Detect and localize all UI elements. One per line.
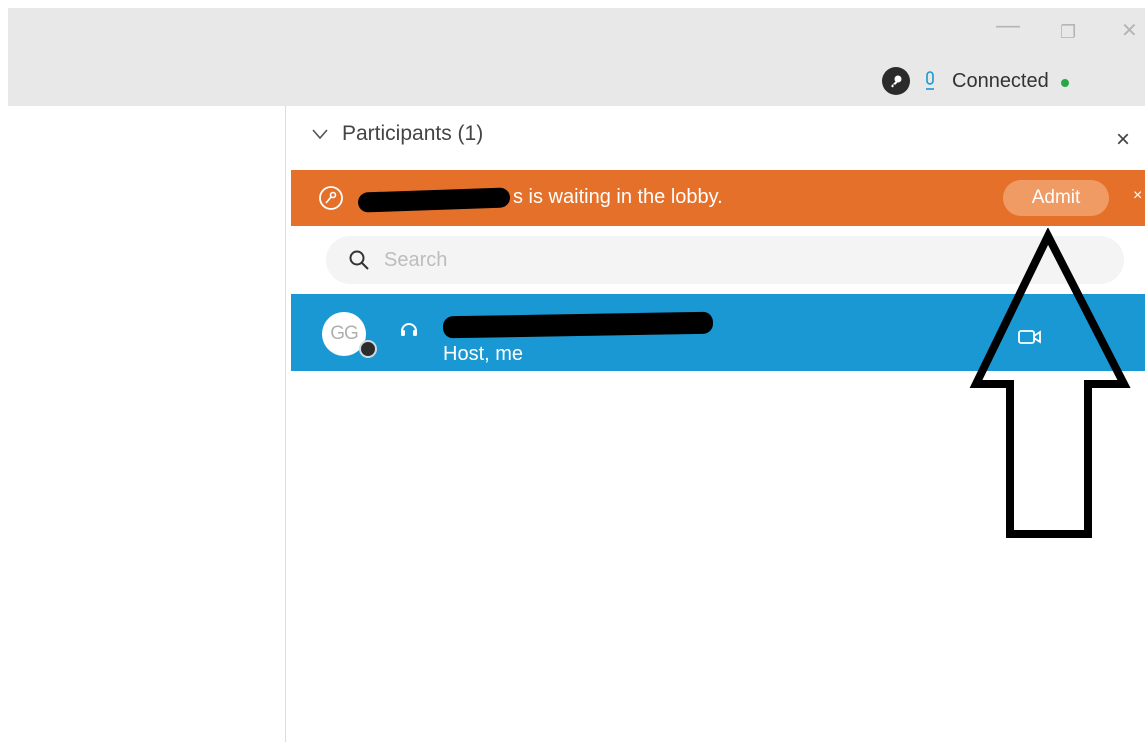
maximize-button[interactable]: ❐ (1060, 22, 1076, 43)
connection-indicator-dot (1060, 79, 1069, 87)
panel-header[interactable]: Participants (1) (310, 122, 483, 146)
key-icon[interactable] (882, 67, 910, 95)
admit-button[interactable]: Admit (1003, 180, 1109, 216)
participant-role: Host, me (443, 343, 524, 365)
connection-status: Connected (882, 64, 1069, 98)
headset-icon (401, 323, 417, 336)
redacted-name (357, 187, 511, 213)
presence-status-icon (359, 340, 377, 358)
up-arrow-annotation (969, 228, 1131, 538)
microphone-icon[interactable] (924, 70, 936, 92)
panel-close-button[interactable]: × (1116, 126, 1130, 154)
redacted-participant-name (442, 311, 714, 339)
minimize-button[interactable]: — (996, 12, 1020, 40)
lock-key-icon (319, 186, 343, 210)
dismiss-lobby-button[interactable]: × (1133, 187, 1142, 205)
title-bar: — ❐ ✕ Connected (8, 8, 1145, 106)
window-close-button[interactable]: ✕ (1121, 18, 1138, 43)
panel-title: Participants (1) (342, 122, 484, 145)
search-icon (349, 250, 369, 270)
search-input[interactable] (382, 247, 1066, 273)
chevron-down-icon[interactable] (310, 124, 330, 144)
lobby-notification: s is waiting in the lobby. Admit × (291, 170, 1145, 226)
lobby-message: s is waiting in the lobby. (513, 186, 723, 208)
connection-status-text: Connected (952, 69, 1049, 92)
